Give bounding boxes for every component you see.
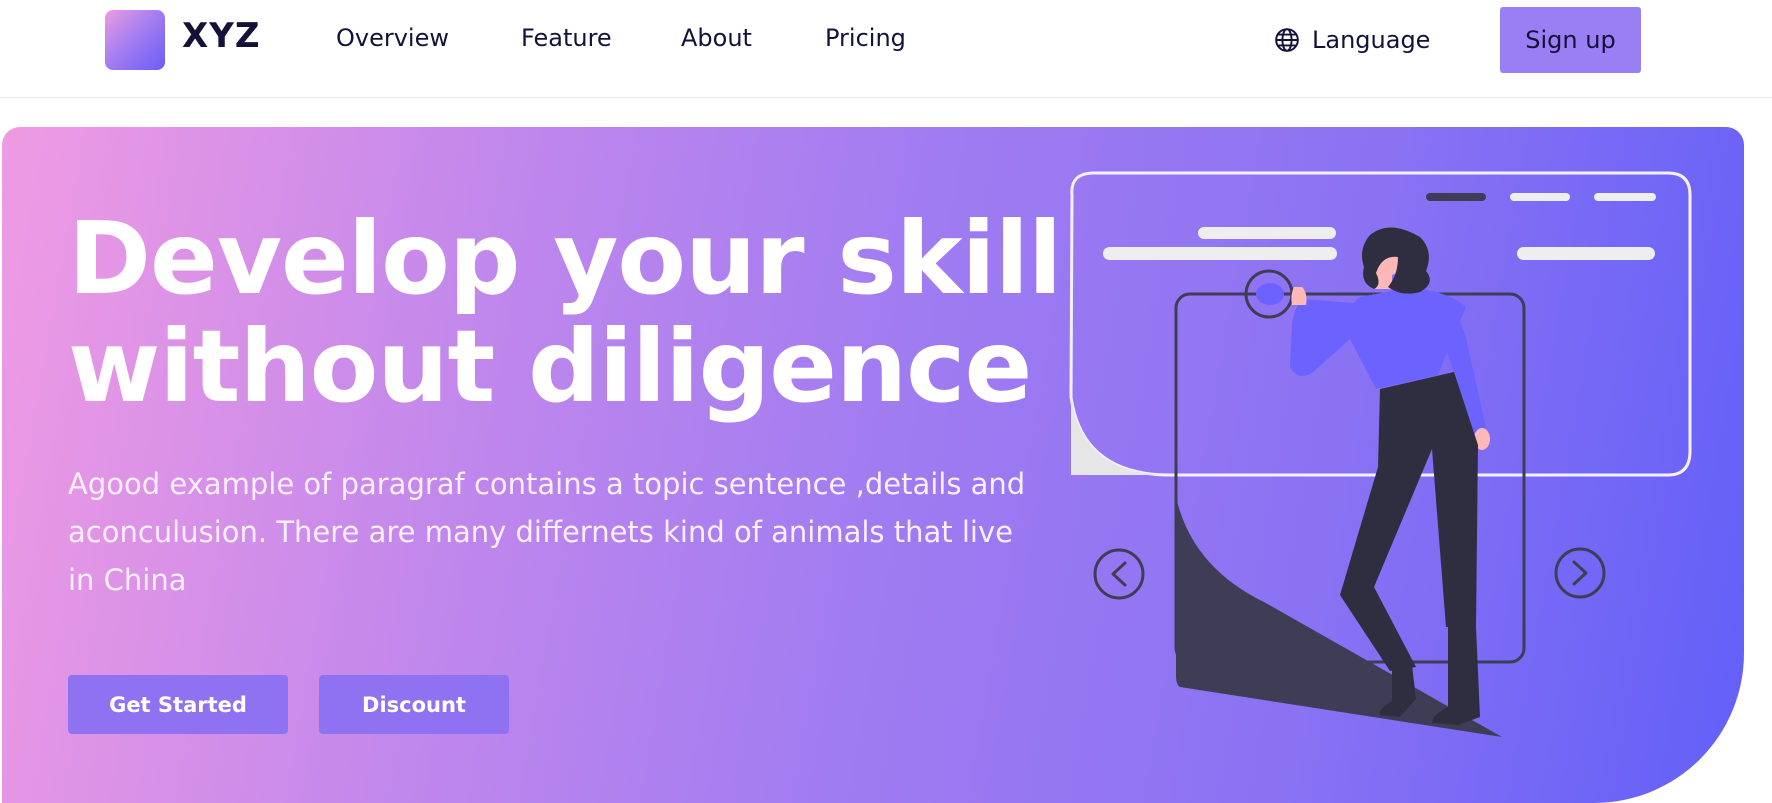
nav-pricing[interactable]: Pricing	[825, 24, 906, 52]
landing-page: XYZ Overview Feature About Pricing Langu…	[0, 0, 1772, 803]
nav-overview[interactable]: Overview	[336, 24, 449, 52]
hero-section: Develop your skill without diligence Ago…	[2, 127, 1744, 803]
signup-button[interactable]: Sign up	[1500, 7, 1641, 73]
carousel-next-button[interactable]	[1554, 547, 1606, 599]
logo-text[interactable]: XYZ	[182, 16, 261, 56]
language-label: Language	[1312, 26, 1431, 54]
navbar: XYZ Overview Feature About Pricing Langu…	[0, 0, 1772, 98]
language-selector[interactable]: Language	[1274, 22, 1430, 58]
carousel-prev-button[interactable]	[1093, 548, 1145, 600]
globe-icon	[1274, 27, 1300, 53]
nav-feature[interactable]: Feature	[521, 24, 612, 52]
nav-about[interactable]: About	[681, 24, 752, 52]
chevron-left-icon	[1111, 561, 1127, 587]
logo-mark[interactable]	[105, 10, 165, 70]
chevron-right-icon	[1572, 560, 1588, 586]
hero-illustration	[1069, 171, 1692, 737]
